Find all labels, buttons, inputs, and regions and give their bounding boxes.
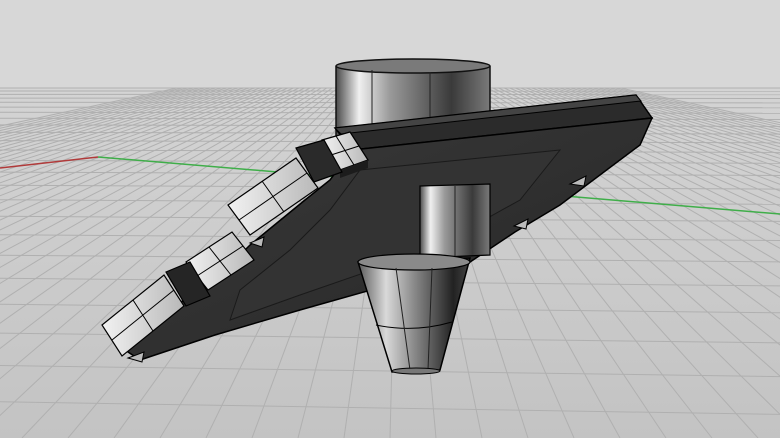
viewport-canvas[interactable] xyxy=(0,0,780,438)
lower-cylinder[interactable] xyxy=(419,183,491,259)
3d-viewport[interactable] xyxy=(0,0,780,438)
